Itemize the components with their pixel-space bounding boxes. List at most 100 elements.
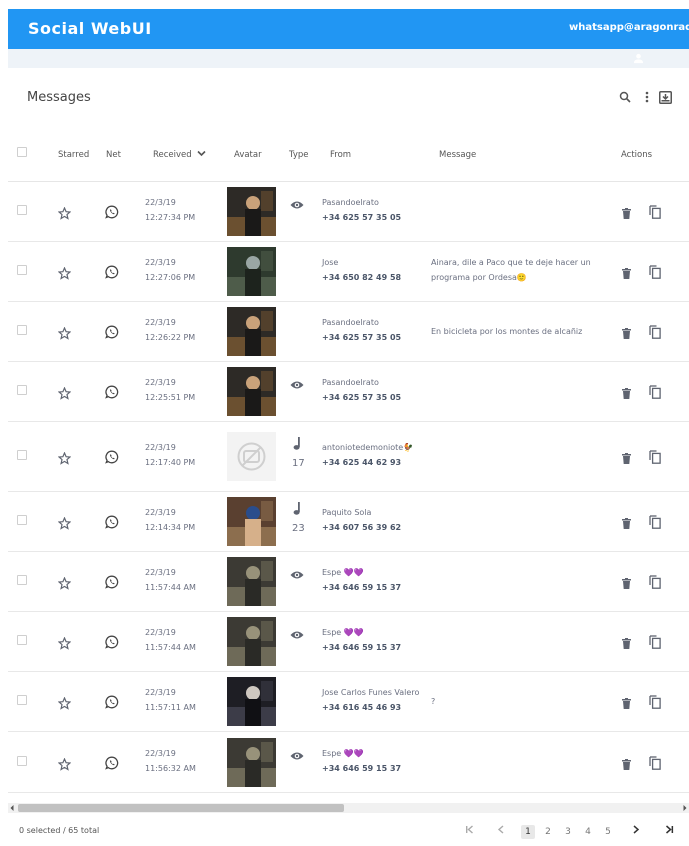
eye-icon[interactable] <box>290 629 304 641</box>
table-row[interactable]: 22/3/19 11:57:44 AM Espe 💜💜 +34 646 59 15 3… <box>8 552 689 612</box>
music-note-icon[interactable] <box>292 501 302 515</box>
copy-icon[interactable] <box>648 515 662 529</box>
row-checkbox[interactable] <box>17 695 27 705</box>
avatar[interactable] <box>227 187 276 236</box>
delete-icon[interactable] <box>620 636 632 650</box>
more-vert-icon[interactable] <box>640 90 654 104</box>
eye-icon[interactable] <box>290 569 304 581</box>
star-icon[interactable] <box>57 451 71 465</box>
eye-icon[interactable] <box>290 750 304 762</box>
column-type[interactable]: Type <box>289 150 309 160</box>
star-icon[interactable] <box>57 326 71 340</box>
delete-icon[interactable] <box>620 576 632 590</box>
star-icon[interactable] <box>57 636 71 650</box>
received-time: 11:57:11 AM <box>145 703 196 712</box>
column-starred[interactable]: Starred <box>58 150 89 160</box>
delete-icon[interactable] <box>620 516 632 530</box>
prev-page-icon[interactable] <box>494 825 508 839</box>
row-checkbox[interactable] <box>17 756 27 766</box>
row-checkbox[interactable] <box>17 205 27 215</box>
next-page-icon[interactable] <box>629 825 643 839</box>
star-icon[interactable] <box>57 266 71 280</box>
copy-icon[interactable] <box>648 265 662 279</box>
page-5-button[interactable]: 5 <box>601 825 615 839</box>
avatar[interactable] <box>227 497 276 546</box>
whatsapp-icon <box>105 205 119 219</box>
sender-name: Pasandoelrato <box>322 378 379 387</box>
table-row[interactable]: 22/3/19 11:56:32 AM Espe 💜💜 +34 646 59 15 3… <box>8 732 689 793</box>
avatar[interactable] <box>227 247 276 296</box>
sender-name: Espe 💜💜 <box>322 568 364 577</box>
last-page-icon[interactable] <box>662 825 676 839</box>
row-checkbox[interactable] <box>17 515 27 525</box>
table-row[interactable]: 22/3/19 11:57:44 AM Espe 💜💜 +34 646 59 15 3… <box>8 612 689 672</box>
delete-icon[interactable] <box>620 386 632 400</box>
table-row[interactable]: 22/3/19 11:57:11 AM Jose Carlos Funes Vale… <box>8 672 689 732</box>
avatar[interactable] <box>227 617 276 666</box>
avatar[interactable] <box>227 557 276 606</box>
message-text: Ainara, dile a Paco que te deje hacer un… <box>431 258 591 282</box>
column-from[interactable]: From <box>330 150 351 160</box>
delete-icon[interactable] <box>620 757 632 771</box>
star-icon[interactable] <box>57 516 71 530</box>
avatar[interactable] <box>227 432 276 481</box>
star-icon[interactable] <box>57 696 71 710</box>
table-row[interactable]: 22/3/19 12:25:51 PM Pasandoelrato +34 625 5… <box>8 362 689 422</box>
column-received[interactable]: Received <box>153 150 206 160</box>
row-checkbox[interactable] <box>17 635 27 645</box>
row-checkbox[interactable] <box>17 575 27 585</box>
copy-icon[interactable] <box>648 575 662 589</box>
avatar[interactable] <box>227 738 276 787</box>
page-4-button[interactable]: 4 <box>581 825 595 839</box>
delete-icon[interactable] <box>620 696 632 710</box>
eye-icon[interactable] <box>290 379 304 391</box>
music-note-icon[interactable] <box>292 436 302 450</box>
copy-icon[interactable] <box>648 635 662 649</box>
copy-icon[interactable] <box>648 695 662 709</box>
table-row[interactable]: 22/3/19 12:17:40 PM 17 antoniotedemoniote🐓 +… <box>8 422 689 492</box>
copy-icon[interactable] <box>648 205 662 219</box>
scroll-right-icon[interactable] <box>682 804 688 812</box>
avatar[interactable] <box>227 307 276 356</box>
table-row[interactable]: 22/3/19 12:27:34 PM Pasandoelrato +34 625 5… <box>8 182 689 242</box>
from-cell: Espe 💜💜 +34 646 59 15 37 <box>322 565 434 595</box>
copy-icon[interactable] <box>648 385 662 399</box>
copy-icon[interactable] <box>648 450 662 464</box>
avatar[interactable] <box>227 677 276 726</box>
page-2-button[interactable]: 2 <box>541 825 555 839</box>
scroll-left-icon[interactable] <box>9 804 15 812</box>
select-all-checkbox[interactable] <box>17 147 27 157</box>
column-net[interactable]: Net <box>106 150 121 160</box>
page-1-button[interactable]: 1 <box>521 825 535 839</box>
row-checkbox[interactable] <box>17 450 27 460</box>
delete-icon[interactable] <box>620 326 632 340</box>
user-icon[interactable] <box>633 53 644 64</box>
search-icon[interactable] <box>618 90 632 104</box>
table-row[interactable]: 22/3/19 12:26:22 PM Pasandoelrato +34 625 5… <box>8 302 689 362</box>
delete-icon[interactable] <box>620 266 632 280</box>
row-checkbox[interactable] <box>17 385 27 395</box>
whatsapp-icon <box>105 575 119 589</box>
row-checkbox[interactable] <box>17 325 27 335</box>
copy-icon[interactable] <box>648 756 662 770</box>
scrollbar-thumb[interactable] <box>18 804 344 812</box>
column-message: Message <box>439 150 477 160</box>
star-icon[interactable] <box>57 576 71 590</box>
row-checkbox[interactable] <box>17 265 27 275</box>
table-row[interactable]: 22/3/19 12:27:06 PM Jose +34 650 82 49 58 Ai… <box>8 242 689 302</box>
eye-icon[interactable] <box>290 199 304 211</box>
table-row[interactable]: 22/3/19 12:14:34 PM 23 Paquito Sola +34 607 … <box>8 492 689 552</box>
delete-icon[interactable] <box>620 206 632 220</box>
account-email[interactable]: whatsapp@aragonradio.e <box>569 22 689 33</box>
star-icon[interactable] <box>57 206 71 220</box>
delete-icon[interactable] <box>620 451 632 465</box>
first-page-icon[interactable] <box>462 825 476 839</box>
horizontal-scrollbar[interactable] <box>8 803 689 813</box>
avatar[interactable] <box>227 367 276 416</box>
star-icon[interactable] <box>57 757 71 771</box>
download-icon[interactable] <box>658 90 672 104</box>
star-icon[interactable] <box>57 386 71 400</box>
whatsapp-icon <box>105 325 119 339</box>
copy-icon[interactable] <box>648 325 662 339</box>
page-3-button[interactable]: 3 <box>561 825 575 839</box>
